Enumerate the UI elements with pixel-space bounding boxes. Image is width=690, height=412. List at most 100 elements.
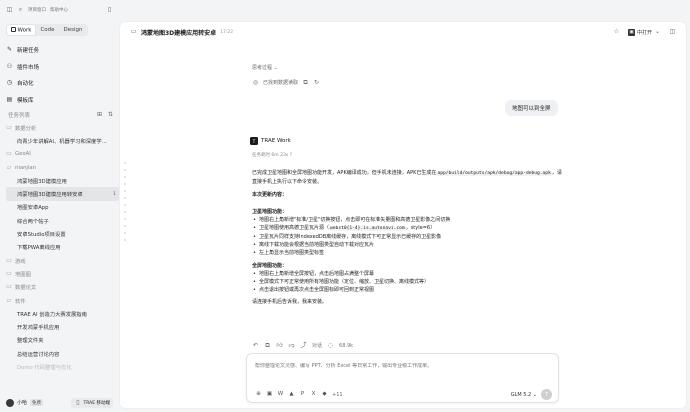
- arrow-up-icon: ↑: [543, 391, 550, 398]
- task-label: GeoAI: [15, 151, 31, 158]
- search-icon[interactable]: ⌕: [17, 6, 24, 13]
- task-label: 数据分析: [15, 125, 37, 132]
- chat-time: 17:22: [220, 29, 234, 35]
- nav-label: 插件市场: [17, 64, 40, 71]
- mobile-app-button[interactable]: ▯ TRAE 移动端: [71, 397, 113, 408]
- thinking-label: 思考过程: [252, 65, 273, 71]
- task-item[interactable]: 下载PWA离线应用: [6, 241, 119, 254]
- task-label: 地图图: [15, 271, 31, 278]
- task-list: ▭ 数据分析 向青少年讲解AI、机器学习和深度学… ▭ GeoAI ▱ nianjia…: [6, 121, 119, 374]
- mode-tabs: Work Code Design: [6, 24, 88, 36]
- word-icon[interactable]: W: [277, 391, 284, 398]
- user-name: 小哈: [17, 400, 28, 406]
- nav-automation[interactable]: ◷ 自动化: [6, 75, 114, 92]
- reference-row: ◎ 已找到数据读取 ⧉ ↻: [252, 79, 320, 86]
- nav-plugin-market[interactable]: ⚇ 插件市场: [6, 59, 114, 76]
- task-item[interactable]: 总结运营讨论内容: [6, 347, 119, 360]
- task-label: 开发鸿蒙手机应用: [17, 325, 60, 332]
- task-item-selected[interactable]: 鸿蒙地图3D建模应用转安卓 1: [6, 187, 119, 201]
- assistant-name: TRAE Work: [261, 138, 291, 144]
- list-item: 离线下载功能会根据当前地图类型自动下载对应瓦片: [252, 241, 562, 249]
- task-item[interactable]: 综合两个帖子: [6, 214, 119, 227]
- tab-code[interactable]: Code: [36, 25, 58, 35]
- open-in-button[interactable]: ▣ 中打开 ⌄: [627, 28, 661, 36]
- send-button[interactable]: ↑: [541, 389, 552, 400]
- star-icon[interactable]: ☆: [613, 29, 620, 36]
- open-in-label: 中打开: [636, 29, 652, 36]
- task-item[interactable]: 向青少年讲解AI、机器学习和深度学…: [6, 134, 119, 147]
- model-label: GLM 5.2: [510, 391, 532, 398]
- task-label: 地图安卓App: [17, 205, 49, 212]
- task-item[interactable]: TRAE AI 创造力大赛发展指南: [6, 307, 119, 320]
- filter-icon[interactable]: ⇅: [107, 112, 114, 119]
- folder-icon: ▭: [6, 283, 12, 291]
- thinking-toggle[interactable]: 思考过程 ⌄: [252, 64, 278, 71]
- task-item[interactable]: 安卓Studio项目设置: [6, 227, 119, 240]
- refresh-icon[interactable]: ↻: [313, 79, 320, 86]
- topbar-item-1[interactable]: 项目窗口: [28, 7, 46, 13]
- avatar[interactable]: [6, 398, 14, 407]
- composer-tools: ⊕ ▣ W ▲ P X ◆ +11: [255, 391, 343, 398]
- task-item[interactable]: 整理文件夹: [6, 334, 119, 347]
- nav-new-task[interactable]: ✎ 新建任务: [6, 42, 114, 59]
- chat-title: 鸿蒙地图3D建模应用转安卓: [141, 29, 217, 37]
- message-actions: ↶ ⧉ 👍︎ 👎︎ ⤴ 对话 ◌ 68.9k: [252, 342, 353, 349]
- task-label: 下载PWA离线应用: [17, 245, 61, 252]
- composer-right: GLM 5.2 ⌄ ↑: [511, 389, 552, 400]
- app-logo-icon: ◫: [6, 5, 13, 13]
- satellite-heading: 卫星地图功能：: [252, 209, 288, 215]
- assistant-duration: 任务耗时 6m 23s ?: [252, 153, 292, 158]
- nav-label: 模板库: [17, 97, 34, 104]
- refs-label: 已找到数据读取: [263, 80, 299, 86]
- split-view-icon[interactable]: ◫: [669, 29, 676, 36]
- list-item: 左上角显示当前地图类型标签: [252, 249, 562, 257]
- tab-work[interactable]: Work: [7, 25, 36, 35]
- task-label: 综合两个帖子: [17, 218, 49, 225]
- task-label: 向青少年讲解AI、机器学习和深度学…: [17, 138, 107, 145]
- task-item[interactable]: 地图安卓App: [6, 201, 119, 214]
- task-group[interactable]: ▭ 数据论文: [6, 281, 119, 294]
- task-label: 软件: [15, 298, 26, 305]
- thumb-up-icon[interactable]: 👍︎: [276, 342, 283, 349]
- folder-icon: ▭: [6, 150, 12, 158]
- chevron-down-icon: ⌄: [654, 28, 661, 35]
- nav-template[interactable]: ▤ 模板库: [6, 92, 114, 109]
- tab-design[interactable]: Design: [60, 25, 87, 35]
- task-label: TRAE AI 创造力大赛发展指南: [17, 311, 87, 318]
- more-tools-count[interactable]: +11: [332, 392, 343, 398]
- share-icon[interactable]: ⤴: [300, 342, 307, 349]
- message-input[interactable]: [255, 363, 545, 369]
- task-item[interactable]: Demo 代码整理与优化: [6, 360, 119, 373]
- action-label: 对话: [312, 343, 323, 349]
- copy-icon[interactable]: ⧉: [302, 79, 309, 86]
- ppt-icon[interactable]: P: [299, 391, 306, 398]
- task-group[interactable]: ▱ 软件: [6, 294, 119, 307]
- list-item: 点击退出按钮或再次点击全屏图标即可回到正常视图: [252, 286, 562, 294]
- task-item[interactable]: 鸿蒙地图3D建模应用: [6, 174, 119, 187]
- message-navigator[interactable]: [124, 162, 127, 246]
- task-group[interactable]: ▭ 地图图: [6, 267, 119, 280]
- task-label: 鸿蒙地图3D建模应用转安卓: [17, 192, 83, 199]
- chevron-down-icon: ⌄: [273, 65, 278, 71]
- copy-icon[interactable]: ⧉: [264, 342, 271, 349]
- model-selector[interactable]: GLM 5.2 ⌄: [511, 392, 537, 398]
- undo-icon[interactable]: ↶: [252, 342, 259, 349]
- task-item[interactable]: 开发鸿蒙手机应用: [6, 320, 119, 333]
- shape-icon[interactable]: ▲: [288, 391, 295, 398]
- intro-paragraph: 已完成卫星地图和全屏地图功能开发，APK编译成功，但手机未连接，APK已生成在a…: [252, 169, 562, 186]
- excel-icon[interactable]: X: [310, 391, 317, 398]
- attach-icon[interactable]: ⊕: [255, 391, 262, 398]
- new-folder-icon[interactable]: ⊞: [96, 112, 103, 119]
- assistant-header: T TRAE Work: [250, 137, 291, 145]
- sidebar-toggle-icon[interactable]: ▯: [106, 6, 113, 13]
- task-group[interactable]: ▱ nianjian: [6, 161, 119, 174]
- task-group[interactable]: ▭ 游戏: [6, 254, 119, 267]
- task-group[interactable]: ▭ 数据分析: [6, 121, 119, 134]
- chat-panel: ▭ 鸿蒙地图3D建模应用转安卓 17:22 ☆ ▣ 中打开 ⌄ ◫ 思考过程 ⌄ ◎…: [120, 22, 686, 408]
- topbar-item-2[interactable]: 帮助中心: [50, 7, 68, 13]
- task-group[interactable]: ▭ GeoAI: [6, 148, 119, 161]
- image-icon[interactable]: ▣: [266, 391, 273, 398]
- pdf-icon[interactable]: ◆: [321, 391, 328, 398]
- task-badge: 1: [113, 191, 116, 197]
- thumb-down-icon[interactable]: 👎︎: [288, 342, 295, 349]
